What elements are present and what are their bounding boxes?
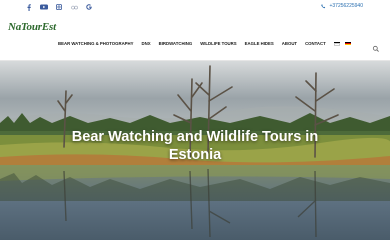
- hero-banner: Bear Watching and Wildlife Tours in Esto…: [0, 61, 390, 240]
- tripadvisor-icon[interactable]: [70, 3, 78, 11]
- nav-item-dnx[interactable]: DNX: [142, 41, 151, 46]
- nav-item-birdwatching[interactable]: BIRDWATCHING: [159, 41, 193, 46]
- phone-contact[interactable]: +37256225940: [321, 3, 363, 9]
- instagram-icon[interactable]: [55, 3, 63, 11]
- nav-item-bear-watching[interactable]: BEAR WATCHING & PHOTOGRAPHY: [58, 41, 134, 46]
- nav-item-eagle-hides[interactable]: EAGLE HIDES: [245, 41, 274, 46]
- social-links: [25, 3, 93, 11]
- main-nav: BEAR WATCHING & PHOTOGRAPHY DNX BIRDWATC…: [58, 41, 356, 46]
- nav-item-contact[interactable]: CONTACT: [305, 41, 326, 46]
- youtube-icon[interactable]: [40, 3, 48, 11]
- hero-title-line-2: Estonia: [168, 147, 222, 163]
- search-icon[interactable]: [372, 40, 380, 52]
- flag-estonia-icon[interactable]: [333, 41, 340, 46]
- google-icon[interactable]: [85, 3, 93, 11]
- nav-item-wildlife-tours[interactable]: WILDLIFE TOURS: [200, 41, 236, 46]
- flag-germany-icon[interactable]: [344, 41, 351, 46]
- phone-number[interactable]: +37256225940: [329, 3, 363, 9]
- facebook-icon[interactable]: [25, 3, 33, 11]
- phone-icon: [321, 3, 326, 8]
- site-header: NaTourEst BEAR WATCHING & PHOTOGRAPHY DN…: [0, 14, 390, 61]
- site-logo[interactable]: NaTourEst: [8, 21, 56, 33]
- top-bar: +37256225940: [0, 0, 390, 14]
- hero-title-line-1: Bear Watching and Wildlife Tours in: [71, 129, 319, 145]
- hero-title: Bear Watching and Wildlife Tours in Esto…: [0, 128, 390, 164]
- nav-item-about[interactable]: ABOUT: [282, 41, 297, 46]
